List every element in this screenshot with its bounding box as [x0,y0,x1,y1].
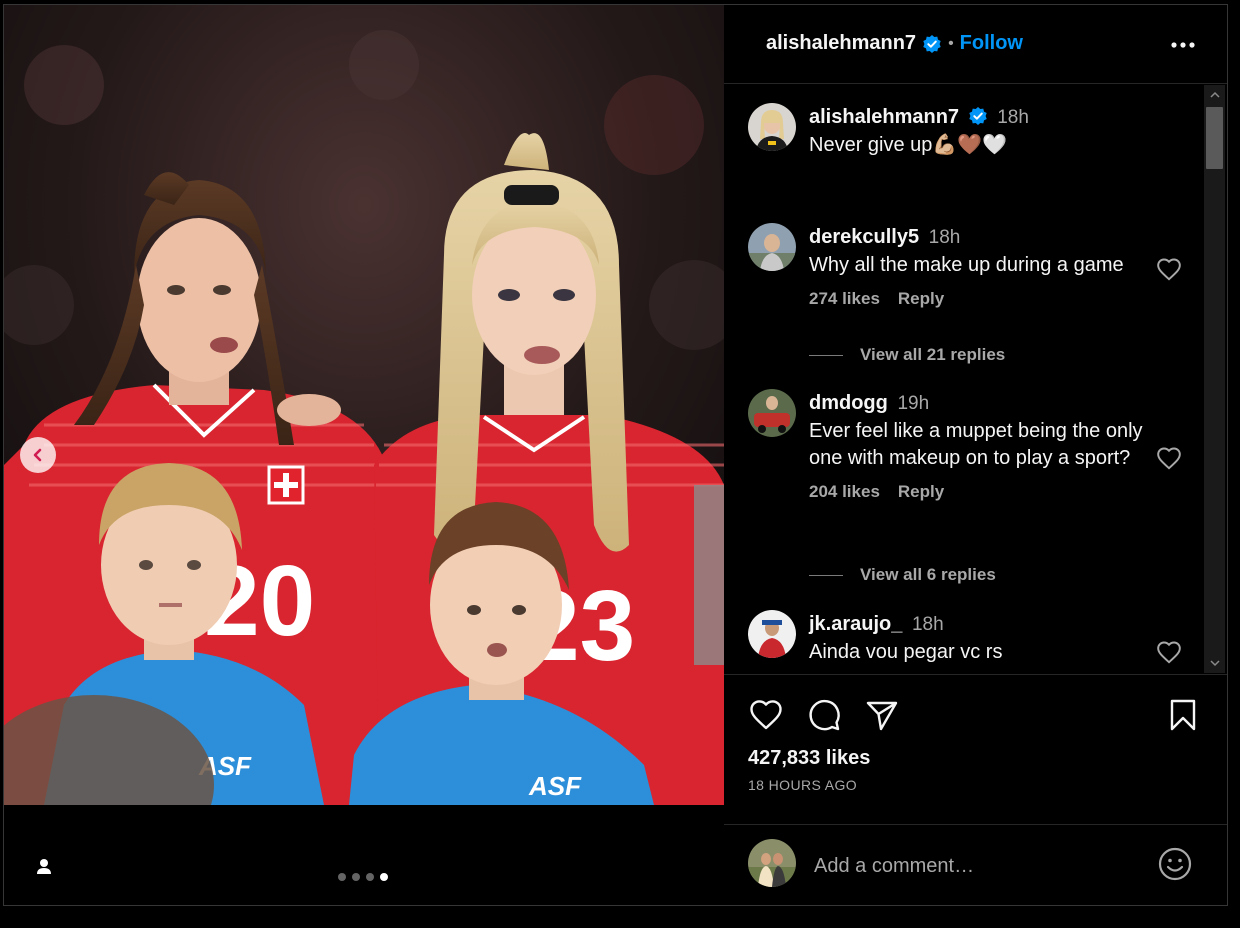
user-tag-icon [37,859,51,874]
comment-time[interactable]: 19h [897,393,929,414]
scroll-down-icon [1209,660,1220,667]
carousel-dot-active [380,873,388,881]
comment-icon[interactable] [806,697,842,733]
reply-button[interactable]: Reply [898,482,944,502]
post-modal: 20 23 ASF ASF alishalehmann7 • Follow al… [3,4,1228,906]
tagged-users-button[interactable] [30,853,58,881]
heart-icon[interactable] [1156,257,1182,283]
post-timestamp[interactable]: 18 HOURS AGO [748,777,857,793]
heart-icon[interactable] [748,697,784,733]
comment-text: Ever feel like a muppet being the only o… [809,420,1143,469]
caption: alishalehmann7 18h Never give up💪🏼🤎🤍 [748,103,1188,173]
reply-button[interactable]: Reply [898,289,944,309]
media-viewer: 20 23 ASF ASF [4,5,724,905]
carousel-indicator [338,873,388,881]
previous-photo-button[interactable] [20,437,56,473]
like-count[interactable]: 427,833 likes [748,747,870,770]
comment-meta: 274 likes Reply [809,289,1154,309]
verified-badge-icon [923,34,941,53]
comment-username[interactable]: dmdogg [809,392,888,414]
post-actions: 427,833 likes 18 HOURS AGO [724,674,1227,824]
comment-body: jk.araujo_ 18h Ainda vou pegar vc rs [809,610,1154,666]
caption-text: Never give up💪🏼🤎🤍 [809,134,1008,156]
comment-item: derekcully5 18h Why all the make up duri… [748,223,1188,343]
more-options-icon[interactable] [1169,33,1197,57]
share-icon[interactable] [864,697,900,733]
scroll-up-icon [1209,91,1220,98]
comment-likes[interactable]: 274 likes [809,289,880,309]
heart-icon[interactable] [1156,446,1182,472]
comments-scrollbar[interactable] [1204,85,1225,673]
view-replies-button[interactable]: View all 21 replies [809,345,1005,365]
current-user-avatar [748,839,796,887]
verified-badge-icon [968,107,987,125]
view-replies-button[interactable]: View all 6 replies [809,565,996,585]
view-replies-label: View all 6 replies [860,565,996,584]
comment-time[interactable]: 18h [912,614,944,635]
comment-body: derekcully5 18h Why all the make up duri… [809,223,1154,309]
comment-meta: 204 likes Reply [809,482,1154,502]
comment-item: dmdogg 19h Ever feel like a muppet being… [748,389,1188,539]
comment-body: dmdogg 19h Ever feel like a muppet being… [809,389,1154,502]
carousel-dot [352,873,360,881]
scroll-up-arrow[interactable] [1204,85,1225,105]
comment-username[interactable]: derekcully5 [809,226,919,248]
comment-likes[interactable]: 204 likes [809,482,880,502]
action-bar [748,697,900,733]
avatar[interactable] [748,610,796,658]
comment-input[interactable] [814,849,1134,883]
view-replies-label: View all 21 replies [860,345,1006,364]
media-footer [4,805,724,905]
heart-icon[interactable] [1156,640,1182,666]
header-user: alishalehmann7 • Follow [766,32,1023,55]
avatar[interactable] [748,103,796,151]
reply-divider [809,574,843,576]
add-comment-bar [724,824,1227,905]
header-separator: • [948,34,954,52]
follow-button[interactable]: Follow [960,32,1023,55]
emoji-icon[interactable] [1157,846,1193,882]
post-header: alishalehmann7 • Follow [724,5,1227,84]
caption-time[interactable]: 18h [997,107,1029,128]
carousel-dot [338,873,346,881]
caption-username[interactable]: alishalehmann7 [809,106,959,128]
post-details-panel: alishalehmann7 • Follow alishalehmann7 1… [724,5,1227,905]
comments-list[interactable]: alishalehmann7 18h Never give up💪🏼🤎🤍 der… [724,85,1204,673]
chevron-left-icon [33,448,42,462]
caption-body: alishalehmann7 18h Never give up💪🏼🤎🤍 [809,103,1154,159]
comment-text: Why all the make up during a game [809,254,1124,276]
svg-text:ASF: ASF [528,771,582,801]
carousel-dot [366,873,374,881]
post-photo: 20 23 ASF ASF [4,5,724,805]
comment-username[interactable]: jk.araujo_ [809,613,902,635]
comment-time[interactable]: 18h [929,227,961,248]
avatar[interactable] [748,389,796,437]
comment-text: Ainda vou pegar vc rs [809,641,1003,663]
header-username[interactable]: alishalehmann7 [766,32,916,55]
avatar[interactable] [748,223,796,271]
scroll-down-arrow[interactable] [1204,653,1225,673]
scrollbar-thumb[interactable] [1206,107,1223,169]
reply-divider [809,354,843,356]
bookmark-icon[interactable] [1165,697,1201,733]
comment-item: jk.araujo_ 18h Ainda vou pegar vc rs [748,610,1188,673]
